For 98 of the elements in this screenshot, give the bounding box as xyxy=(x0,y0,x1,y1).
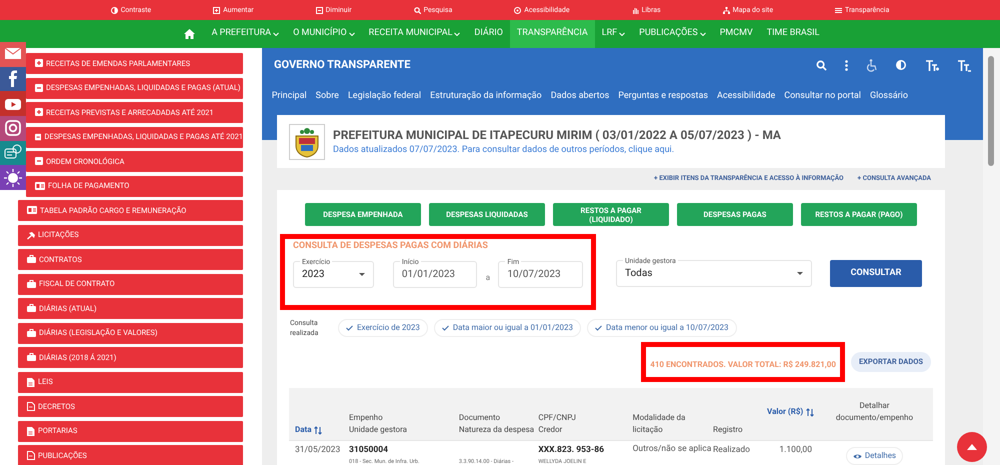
triangle-up-icon xyxy=(967,444,977,450)
portal-link[interactable]: Sobre xyxy=(316,90,339,104)
text-increase-icon[interactable] xyxy=(925,58,939,72)
caret-icon xyxy=(358,272,365,276)
column-header: Empenho Unidade gestora xyxy=(348,412,407,436)
file-outline-icon xyxy=(27,402,35,411)
sitemap-icon xyxy=(722,6,730,14)
entity-title: PREFEITURA MUNICIPAL DE ITAPECURU MIRIM ( 03/01/2022 A 05/07/2023 ) - MA xyxy=(333,126,781,144)
update-link[interactable]: Dados atualizados 07/07/2023. Para consultar dados de outros períodos, clique aqui. xyxy=(333,144,781,158)
column-header: Registro xyxy=(713,424,743,436)
gavel-icon xyxy=(27,230,35,240)
consult-button[interactable]: CONSULTAR xyxy=(830,260,922,287)
briefcase-icon xyxy=(27,304,36,313)
nav-item[interactable]: A PREFEITURA xyxy=(204,20,286,48)
briefcase-icon xyxy=(27,353,36,362)
plus-square-icon xyxy=(35,59,43,68)
sort-icon xyxy=(806,408,814,416)
id-card-icon xyxy=(35,182,45,190)
contrast-icon xyxy=(110,6,118,14)
column-header: Modalidade da licitação xyxy=(632,412,686,436)
plus-icon xyxy=(213,6,220,14)
filter-chip: Data menor ou igual a 10/07/2023 xyxy=(587,319,736,337)
briefcase-icon xyxy=(27,255,36,264)
column-header: Documento Natureza da despesa xyxy=(458,412,534,436)
nav-item[interactable]: TRANSPARÊNCIA xyxy=(510,20,595,48)
briefcase-icon xyxy=(27,328,36,338)
plus-square-icon xyxy=(35,108,43,117)
nav-item[interactable]: PMCMV xyxy=(712,20,760,48)
coat-of-arms-drawing xyxy=(289,124,325,160)
file-outline-icon xyxy=(27,451,35,460)
table-cell-text: 31050004 xyxy=(348,445,389,456)
portal-title: GOVERNO TRANSPARENTE xyxy=(274,56,410,73)
chevron-down-icon xyxy=(619,32,626,36)
filter-chip: Exercício de 2023 xyxy=(338,319,428,337)
column-header: Detalhar documento/empenho xyxy=(834,400,914,424)
social-button[interactable] xyxy=(0,140,26,166)
chevron-down-icon xyxy=(454,32,460,36)
check-icon xyxy=(442,325,449,331)
circle-icon xyxy=(514,6,522,14)
nav-item[interactable]: O MUNICÍPIO xyxy=(286,20,362,48)
wheelchair-icon[interactable] xyxy=(866,58,877,72)
nav-item[interactable]: TIME BRASIL xyxy=(760,20,826,48)
minus-square-icon xyxy=(35,132,42,142)
more-icon[interactable] xyxy=(845,60,848,70)
result-summary: 410 ENCONTRADOS. VALOR TOTAL: R$ 249.821,00 xyxy=(650,360,836,369)
table-cell-text: 31/05/2023 xyxy=(295,445,342,456)
portal-link[interactable]: Legislação federal xyxy=(348,90,422,104)
details-button[interactable]: Detalhes xyxy=(846,447,904,465)
table-cell-text: 1.100,00 xyxy=(778,445,813,456)
minus-square-icon xyxy=(35,157,43,166)
chevron-down-icon xyxy=(348,32,355,36)
briefcase-icon xyxy=(27,280,36,288)
home-icon xyxy=(184,29,195,39)
id-card-icon xyxy=(27,206,37,215)
portal-link[interactable]: Estruturação da informação xyxy=(430,90,542,104)
search-icon[interactable] xyxy=(816,60,827,70)
filter-chip: Data maior ou igual a 01/01/2023 xyxy=(434,319,582,337)
column-header[interactable]: Valor (R$) xyxy=(767,406,804,418)
sun-icon xyxy=(4,168,22,187)
portal-link[interactable]: Perguntas e respostas xyxy=(618,90,708,104)
column-header[interactable]: Data xyxy=(295,424,312,436)
chevron-down-icon xyxy=(273,32,280,36)
caret-icon xyxy=(797,272,803,275)
contrast-icon[interactable] xyxy=(895,59,907,71)
social-button[interactable] xyxy=(0,42,26,67)
scrollbar[interactable] xyxy=(983,48,1000,465)
chevron-down-icon xyxy=(700,32,706,36)
social-button[interactable] xyxy=(0,66,26,92)
minus-icon xyxy=(316,6,323,14)
range-separator: a xyxy=(484,272,492,284)
nav-item[interactable]: RECEITA MUNICIPAL xyxy=(362,20,468,48)
list-icon xyxy=(835,6,842,14)
search-icon xyxy=(414,6,421,14)
portal-link[interactable]: Dados abertos xyxy=(550,90,610,104)
table-cell-text: Outros/não se aplica xyxy=(632,445,712,454)
portal-link[interactable]: Acessibilidade xyxy=(717,90,776,104)
text-decrease-icon[interactable] xyxy=(957,58,971,72)
file-icon xyxy=(27,378,35,386)
social-button[interactable] xyxy=(0,91,26,116)
sort-icon xyxy=(314,426,322,434)
nav-item[interactable]: PUBLICAÇÕES xyxy=(632,20,713,48)
check-icon xyxy=(595,325,602,331)
portal-link[interactable]: Principal xyxy=(272,90,307,104)
portal-link[interactable]: Glossário xyxy=(870,90,908,104)
nav-item[interactable]: LRF xyxy=(594,20,632,48)
table-cell-text: Realizado xyxy=(713,445,752,456)
instagram-icon xyxy=(4,119,22,138)
file-icon xyxy=(27,426,35,436)
table-cell-text: XXX.823. 953-86 xyxy=(538,445,605,456)
portal-link[interactable]: Consultar no portal xyxy=(784,90,861,104)
social-button[interactable] xyxy=(0,165,26,190)
eye-icon xyxy=(852,452,862,460)
check-icon xyxy=(346,325,353,331)
column-header: CPF/CNPJ Credor xyxy=(538,412,576,436)
social-button[interactable] xyxy=(0,116,26,141)
nav-item[interactable]: DIÁRIO xyxy=(467,20,510,48)
minus-square-icon xyxy=(35,84,43,92)
query-title: CONSULTA DE DESPESAS PAGAS COM DIÁRIAS xyxy=(293,240,489,253)
